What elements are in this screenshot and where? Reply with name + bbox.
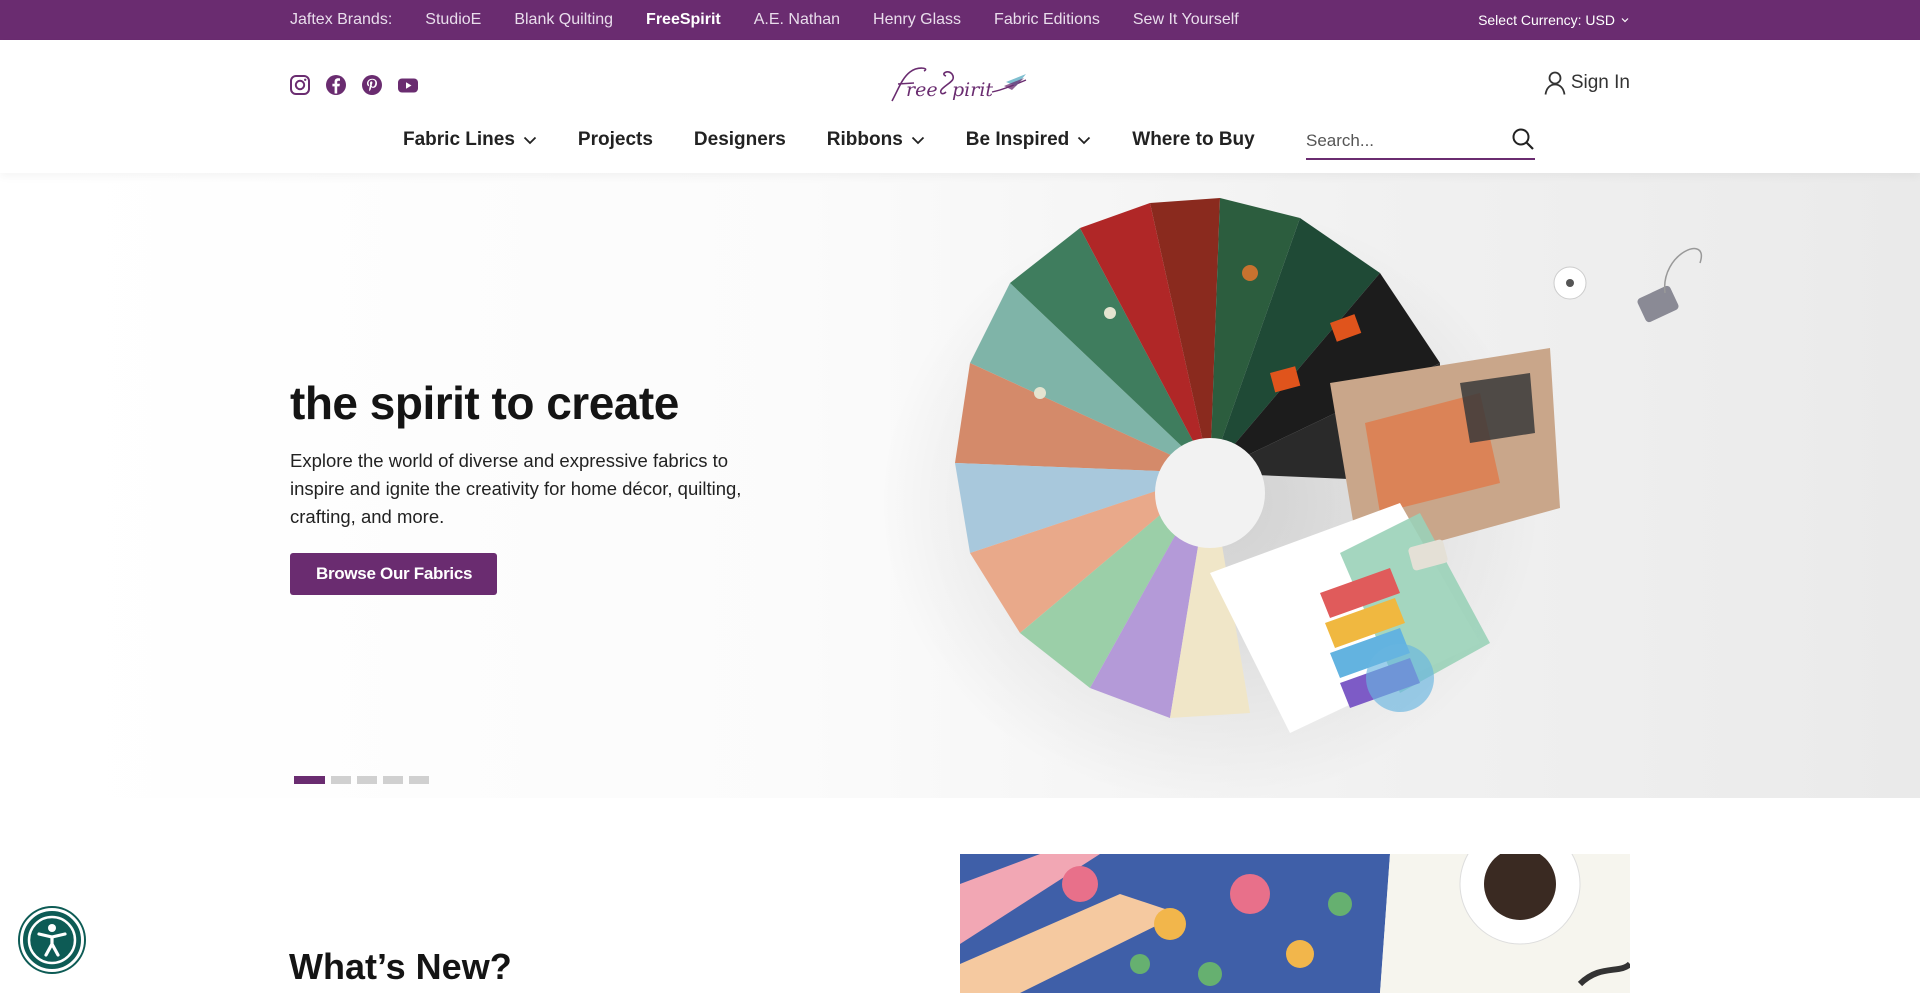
brand-bar: Jaftex Brands: StudioE Blank Quilting Fr… <box>0 0 1920 40</box>
social-links <box>289 74 419 96</box>
instagram-icon[interactable] <box>289 74 311 96</box>
brand-link-ae-nathan[interactable]: A.E. Nathan <box>754 11 840 29</box>
nav-be-inspired[interactable]: Be Inspired <box>966 129 1091 151</box>
brand-link-studioe[interactable]: StudioE <box>425 11 481 29</box>
nav-ribbons[interactable]: Ribbons <box>827 129 925 151</box>
slide-dot-4[interactable] <box>383 776 403 784</box>
whats-new-image <box>960 854 1630 993</box>
slide-dot-3[interactable] <box>357 776 377 784</box>
slider-pagination <box>294 776 429 784</box>
nav-projects[interactable]: Projects <box>578 129 653 151</box>
hero-content: the spirit to create Explore the world o… <box>290 378 770 595</box>
search-input[interactable] <box>1306 130 1496 151</box>
nav-label: Ribbons <box>826 129 903 150</box>
brand-link-sew-it-yourself[interactable]: Sew It Yourself <box>1133 11 1239 29</box>
browse-fabrics-button[interactable]: Browse Our Fabrics <box>290 552 498 595</box>
chevron-down-icon <box>1621 18 1629 23</box>
hero-subtitle: Explore the world of diverse and express… <box>290 449 742 527</box>
currency-label: Select Currency: USD <box>1478 12 1615 28</box>
brands-label: Jaftex Brands: <box>290 11 393 28</box>
freespirit-logo[interactable]: ree pirit <box>888 62 1030 108</box>
chevron-down-icon <box>523 136 537 145</box>
whats-new-heading: What’s New? <box>289 946 512 987</box>
youtube-icon[interactable] <box>397 74 419 96</box>
sign-in-link[interactable]: Sign In <box>1543 70 1630 96</box>
hero-title: the spirit to create <box>290 377 679 429</box>
nav-label: Be Inspired <box>965 129 1070 150</box>
user-icon <box>1544 71 1566 95</box>
pinterest-icon[interactable] <box>361 74 383 96</box>
search-box <box>1306 123 1535 160</box>
nav-label: Where to Buy <box>1132 129 1255 150</box>
brand-link-fabric-editions[interactable]: Fabric Editions <box>994 11 1100 29</box>
nav-label: Fabric Lines <box>403 129 515 150</box>
brand-link-henry-glass[interactable]: Henry Glass <box>873 11 961 29</box>
slide-dot-1[interactable] <box>294 776 325 784</box>
main-nav: Fabric Lines Projects Designers Ribbons … <box>403 126 1296 154</box>
chevron-down-icon <box>911 136 924 145</box>
brand-link-blank-quilting[interactable]: Blank Quilting <box>514 11 613 29</box>
nav-label: Designers <box>693 129 786 150</box>
slide-dot-5[interactable] <box>409 776 429 784</box>
brand-bar-inner: Jaftex Brands: StudioE Blank Quilting Fr… <box>290 0 1630 40</box>
nav-where-to-buy[interactable]: Where to Buy <box>1132 129 1254 151</box>
facebook-icon[interactable] <box>325 74 347 96</box>
svg-text:pirit: pirit <box>952 79 993 101</box>
site-header: ree pirit Sign In Fabric Lines Projects … <box>0 40 1920 173</box>
accessibility-icon <box>27 915 77 965</box>
sign-in-label: Sign In <box>1570 72 1630 93</box>
nav-fabric-lines[interactable]: Fabric Lines <box>403 129 537 151</box>
brand-link-freespirit[interactable]: FreeSpirit <box>646 11 721 29</box>
svg-text:ree: ree <box>906 79 938 101</box>
currency-selector[interactable]: Select Currency: USD <box>1478 12 1630 28</box>
slide-dot-2[interactable] <box>331 776 351 784</box>
hero-slider: the spirit to create Explore the world o… <box>60 173 1920 798</box>
nav-designers[interactable]: Designers <box>694 129 786 151</box>
chevron-down-icon <box>1078 136 1091 145</box>
nav-label: Projects <box>577 129 653 150</box>
accessibility-button[interactable] <box>20 908 84 972</box>
search-icon[interactable] <box>1511 127 1535 156</box>
